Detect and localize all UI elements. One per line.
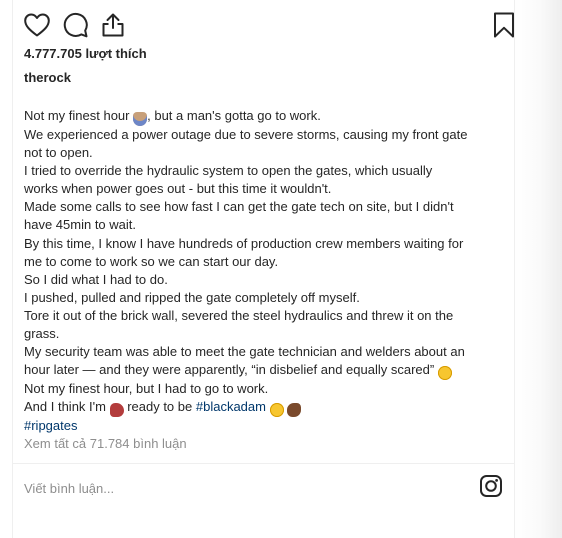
view-all-comments-link[interactable]: Xem tất cả 71.784 bình luận: [24, 436, 187, 451]
share-icon[interactable]: [99, 11, 127, 39]
caption-line: By this time, I know I have hundreds of …: [24, 235, 464, 251]
caption-line: I tried to override the hydraulic system…: [24, 163, 433, 179]
post-author-username[interactable]: therock: [24, 70, 71, 85]
rolling-laughing-emoji-icon: ●: [437, 366, 452, 381]
caption-line: have 45min to wait.: [24, 217, 137, 233]
caption-line: We experienced a power outage due to sev…: [24, 127, 468, 142]
flexed-biceps-emoji-icon: ●: [109, 403, 124, 418]
caption-line: My security team was able to meet the ga…: [24, 344, 465, 360]
background-shade: [513, 0, 562, 538]
post-caption: Not my finest hour ●, but a man's gotta …: [24, 107, 504, 435]
like-count[interactable]: 4.777.705 lượt thích: [24, 46, 147, 61]
caption-line: me to come to work so we can start our d…: [24, 253, 279, 269]
action-bar: [23, 11, 514, 41]
caption-line: Not my finest hour, but I had to go to w…: [24, 381, 269, 397]
caption-line: hour later — and they were apparently, “…: [24, 361, 504, 381]
caption-text: And I think I'm: [24, 399, 110, 415]
bookmark-icon[interactable]: [490, 11, 518, 39]
caption-text: hour later — and they were apparently, “…: [24, 362, 438, 378]
heart-icon[interactable]: [23, 11, 51, 39]
comment-bubble-icon[interactable]: [61, 11, 89, 39]
post-panel: 4.777.705 lượt thích therock Not my fine…: [12, 0, 515, 538]
caption-line: So I did what I had to do.: [24, 271, 168, 287]
caption-text: Not my finest hour: [24, 108, 134, 123]
instagram-icon[interactable]: [479, 474, 503, 498]
hashtag-link[interactable]: #ripgates: [24, 417, 504, 435]
divider: [13, 463, 514, 464]
comment-input[interactable]: [24, 478, 464, 498]
hashtag-link[interactable]: #blackadam: [196, 399, 266, 414]
grinning-emoji-icon: ●: [269, 403, 284, 418]
caption-text: ready to be: [123, 399, 196, 415]
caption-line: works when power goes out - but this tim…: [24, 181, 332, 197]
caption-line: I pushed, pulled and ripped the gate com…: [24, 289, 360, 305]
flexed-arm-emoji-icon: ●: [287, 403, 302, 418]
caption-line: not to open.: [24, 145, 93, 161]
caption-line: grass.: [24, 326, 60, 342]
caption-line: Not my finest hour ●, but a man's gotta …: [24, 107, 504, 126]
man-facepalming-emoji-icon: ●: [133, 112, 148, 126]
caption-line: Tore it out of the brick wall, severed t…: [24, 307, 454, 323]
caption-line: And I think I'm ● ready to be #blackadam…: [24, 398, 504, 418]
caption-text: , but a man's gotta go to work.: [147, 108, 321, 123]
caption-line: Made some calls to see how fast I can ge…: [24, 199, 454, 215]
